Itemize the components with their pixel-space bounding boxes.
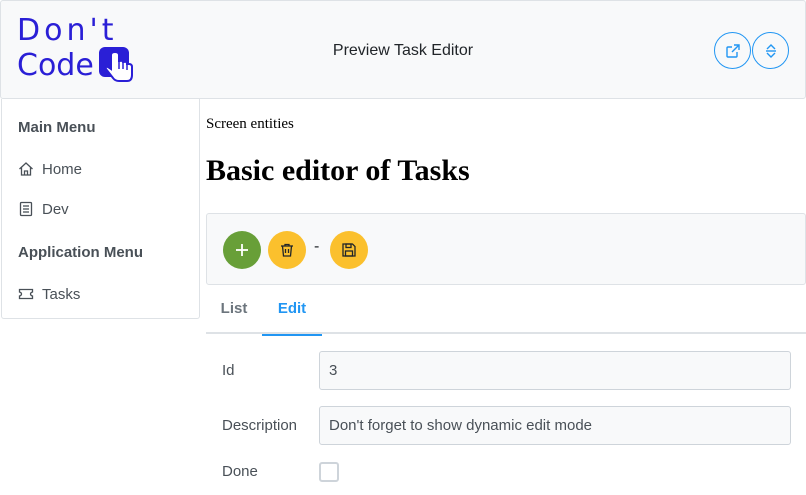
description-label: Description xyxy=(222,417,298,434)
done-label: Done xyxy=(222,463,258,480)
open-external-button[interactable] xyxy=(714,32,751,69)
ticket-icon xyxy=(18,288,34,300)
page-title: Basic editor of Tasks xyxy=(206,154,470,187)
delete-button[interactable] xyxy=(268,231,306,269)
sidebar-item-tasks[interactable]: Tasks xyxy=(18,283,80,305)
logo-line-2: Code xyxy=(17,48,94,83)
sort-icon xyxy=(765,43,776,58)
tab-list[interactable]: List xyxy=(206,286,262,334)
save-icon xyxy=(342,243,356,257)
sidebar-item-home[interactable]: Home xyxy=(18,158,82,180)
add-button[interactable] xyxy=(223,231,261,269)
sort-button[interactable] xyxy=(752,32,789,69)
editor-toolbar: - xyxy=(206,213,806,285)
home-icon xyxy=(19,162,33,176)
save-button[interactable] xyxy=(330,231,368,269)
main-menu-heading: Main Menu xyxy=(18,119,96,136)
done-checkbox[interactable] xyxy=(319,462,339,482)
tab-edit[interactable]: Edit xyxy=(262,286,322,336)
plus-icon xyxy=(236,244,248,256)
editor-tabs: List Edit xyxy=(206,286,806,336)
id-field[interactable] xyxy=(319,351,791,390)
sidebar-item-label: Tasks xyxy=(42,285,81,303)
logo-line-1: Don't xyxy=(17,13,118,48)
sidebar-menu: Main Menu Home Dev Application Menu Task… xyxy=(1,99,200,319)
toolbar-separator: - xyxy=(314,238,320,255)
breadcrumb: Screen entities xyxy=(206,116,294,132)
pointer-hand-icon xyxy=(99,47,133,82)
sidebar-item-dev[interactable]: Dev xyxy=(18,198,69,220)
sidebar-item-label: Home xyxy=(42,160,83,178)
document-icon xyxy=(19,201,33,217)
id-label: Id xyxy=(222,362,235,379)
app-header: Don't Code Preview Task Editor xyxy=(0,0,806,99)
application-menu-heading: Application Menu xyxy=(18,244,143,261)
sidebar-item-label: Dev xyxy=(42,200,69,218)
open-external-icon xyxy=(725,43,740,58)
dont-code-logo[interactable]: Don't Code xyxy=(17,13,139,85)
description-field[interactable] xyxy=(319,406,791,445)
trash-icon xyxy=(281,243,293,257)
